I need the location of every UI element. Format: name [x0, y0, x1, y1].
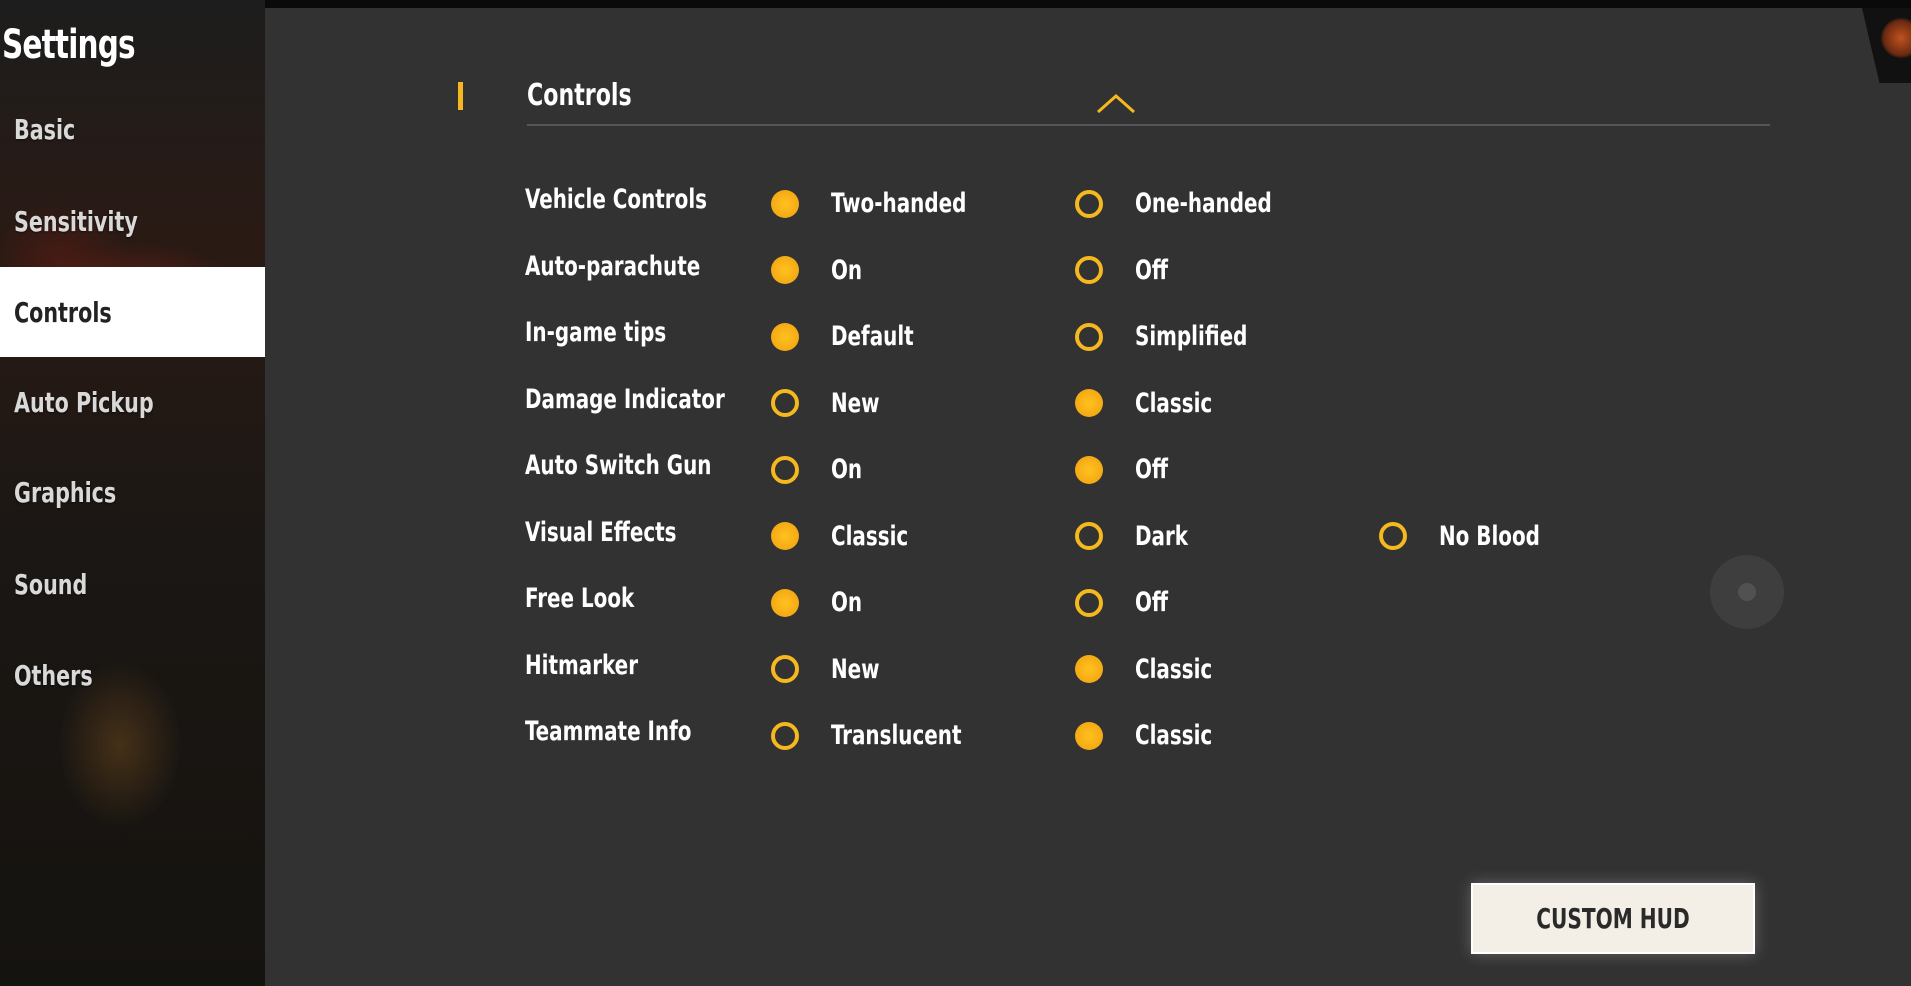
radio-option-auto-parachute-off[interactable]: Off [1075, 255, 1175, 286]
radio-unselected-icon[interactable] [1075, 189, 1103, 218]
option-label: On [831, 254, 863, 286]
joystick-ghost-icon [1710, 555, 1784, 629]
sidebar-item-sound[interactable]: Sound [0, 539, 265, 629]
option-label: New [831, 653, 880, 685]
radio-unselected-icon[interactable] [1075, 588, 1103, 617]
radio-option-hitmarker-new[interactable]: New [771, 654, 890, 685]
option-label: Default [831, 321, 914, 352]
radio-unselected-icon[interactable] [1379, 522, 1407, 550]
option-label: Translucent [831, 720, 962, 751]
option-label: Dark [1135, 520, 1189, 552]
sidebar-item-others[interactable]: Others [0, 630, 265, 720]
sidebar-item-label: Sound [14, 567, 88, 601]
option-label: Off [1135, 587, 1169, 618]
settings-main-panel [265, 8, 1911, 986]
option-label: On [831, 587, 863, 618]
radio-option-damage-indicator-classic[interactable]: Classic [1075, 388, 1229, 419]
custom-hud-label: CUSTOM HUD [1536, 902, 1690, 935]
radio-unselected-icon[interactable] [771, 389, 799, 417]
page-title: Settings [2, 22, 136, 68]
radio-option-damage-indicator-new[interactable]: New [771, 388, 890, 419]
radio-selected-icon[interactable] [771, 189, 799, 218]
sidebar-item-graphics[interactable]: Graphics [0, 447, 265, 537]
sidebar-item-controls[interactable]: Controls [0, 267, 265, 357]
option-label: Classic [1135, 653, 1213, 685]
radio-option-auto-switch-gun-on[interactable]: On [771, 454, 869, 485]
radio-selected-icon[interactable] [771, 522, 799, 550]
sidebar-item-label: Sensitivity [14, 204, 138, 238]
radio-selected-icon[interactable] [1075, 655, 1103, 683]
option-label: Classic [831, 520, 909, 552]
section-divider [527, 124, 1770, 126]
radio-selected-icon[interactable] [771, 588, 799, 617]
radio-option-auto-switch-gun-off[interactable]: Off [1075, 454, 1175, 485]
radio-option-vehicle-controls-two-handed[interactable]: Two-handed [771, 188, 996, 219]
radio-selected-icon[interactable] [771, 322, 799, 351]
option-label: On [831, 454, 863, 485]
radio-unselected-icon[interactable] [771, 721, 799, 750]
sidebar-item-label: Auto Pickup [14, 385, 154, 419]
setting-label-damage-indicator: Damage Indicator [525, 383, 725, 415]
radio-option-visual-effects-dark[interactable]: Dark [1075, 521, 1200, 552]
radio-selected-icon[interactable] [1075, 455, 1103, 484]
radio-unselected-icon[interactable] [1075, 256, 1103, 284]
custom-hud-button[interactable]: CUSTOM HUD [1471, 883, 1755, 954]
option-label: Two-handed [831, 188, 967, 219]
sidebar-item-label: Basic [14, 112, 76, 146]
sidebar-item-label: Others [14, 658, 93, 692]
setting-label-hitmarker: Hitmarker [525, 649, 639, 681]
setting-label-auto-parachute: Auto-parachute [525, 250, 701, 282]
radio-option-teammate-info-translucent[interactable]: Translucent [771, 720, 990, 751]
radio-unselected-icon[interactable] [1075, 522, 1103, 550]
radio-unselected-icon[interactable] [771, 655, 799, 683]
option-label: Off [1135, 454, 1169, 485]
setting-label-in-game-tips: In-game tips [525, 317, 667, 348]
sidebar-item-label: Graphics [14, 475, 117, 509]
radio-option-visual-effects-classic[interactable]: Classic [771, 521, 925, 552]
setting-label-teammate-info: Teammate Info [525, 716, 692, 747]
sidebar-item-sensitivity[interactable]: Sensitivity [0, 176, 265, 266]
radio-option-free-look-off[interactable]: Off [1075, 587, 1175, 618]
option-label: New [831, 387, 880, 419]
option-label: Classic [1135, 387, 1213, 419]
radio-option-auto-parachute-on[interactable]: On [771, 255, 869, 286]
radio-unselected-icon[interactable] [1075, 322, 1103, 351]
chevron-up-icon[interactable] [1096, 92, 1136, 114]
radio-unselected-icon[interactable] [771, 455, 799, 484]
option-label: No Blood [1439, 520, 1540, 552]
setting-label-visual-effects: Visual Effects [525, 516, 677, 548]
section-title: Controls [527, 78, 632, 113]
radio-option-vehicle-controls-one-handed[interactable]: One-handed [1075, 188, 1302, 219]
settings-sidebar: Settings Basic Sensitivity Controls Auto Pi… [0, 0, 265, 986]
radio-option-hitmarker-classic[interactable]: Classic [1075, 654, 1229, 685]
radio-selected-icon[interactable] [1075, 721, 1103, 750]
radio-option-in-game-tips-simplified[interactable]: Simplified [1075, 321, 1272, 352]
radio-option-free-look-on[interactable]: On [771, 587, 869, 618]
radio-option-teammate-info-classic[interactable]: Classic [1075, 720, 1229, 751]
sidebar-item-label: Controls [14, 295, 112, 329]
setting-label-vehicle-controls: Vehicle Controls [525, 184, 708, 215]
radio-option-in-game-tips-default[interactable]: Default [771, 321, 932, 352]
option-label: Simplified [1135, 321, 1248, 352]
game-settings-screen: Settings Basic Sensitivity Controls Auto Pi… [0, 0, 1911, 986]
sidebar-item-auto-pickup[interactable]: Auto Pickup [0, 357, 265, 447]
option-label: Off [1135, 254, 1169, 286]
sidebar-item-basic[interactable]: Basic [0, 84, 265, 174]
radio-option-visual-effects-no-blood[interactable]: No Blood [1379, 521, 1562, 552]
setting-label-auto-switch-gun: Auto Switch Gun [525, 450, 712, 481]
setting-label-free-look: Free Look [525, 583, 635, 614]
section-marker [458, 82, 463, 110]
radio-selected-icon[interactable] [771, 256, 799, 284]
radio-selected-icon[interactable] [1075, 389, 1103, 417]
option-label: One-handed [1135, 188, 1272, 219]
option-label: Classic [1135, 720, 1213, 751]
